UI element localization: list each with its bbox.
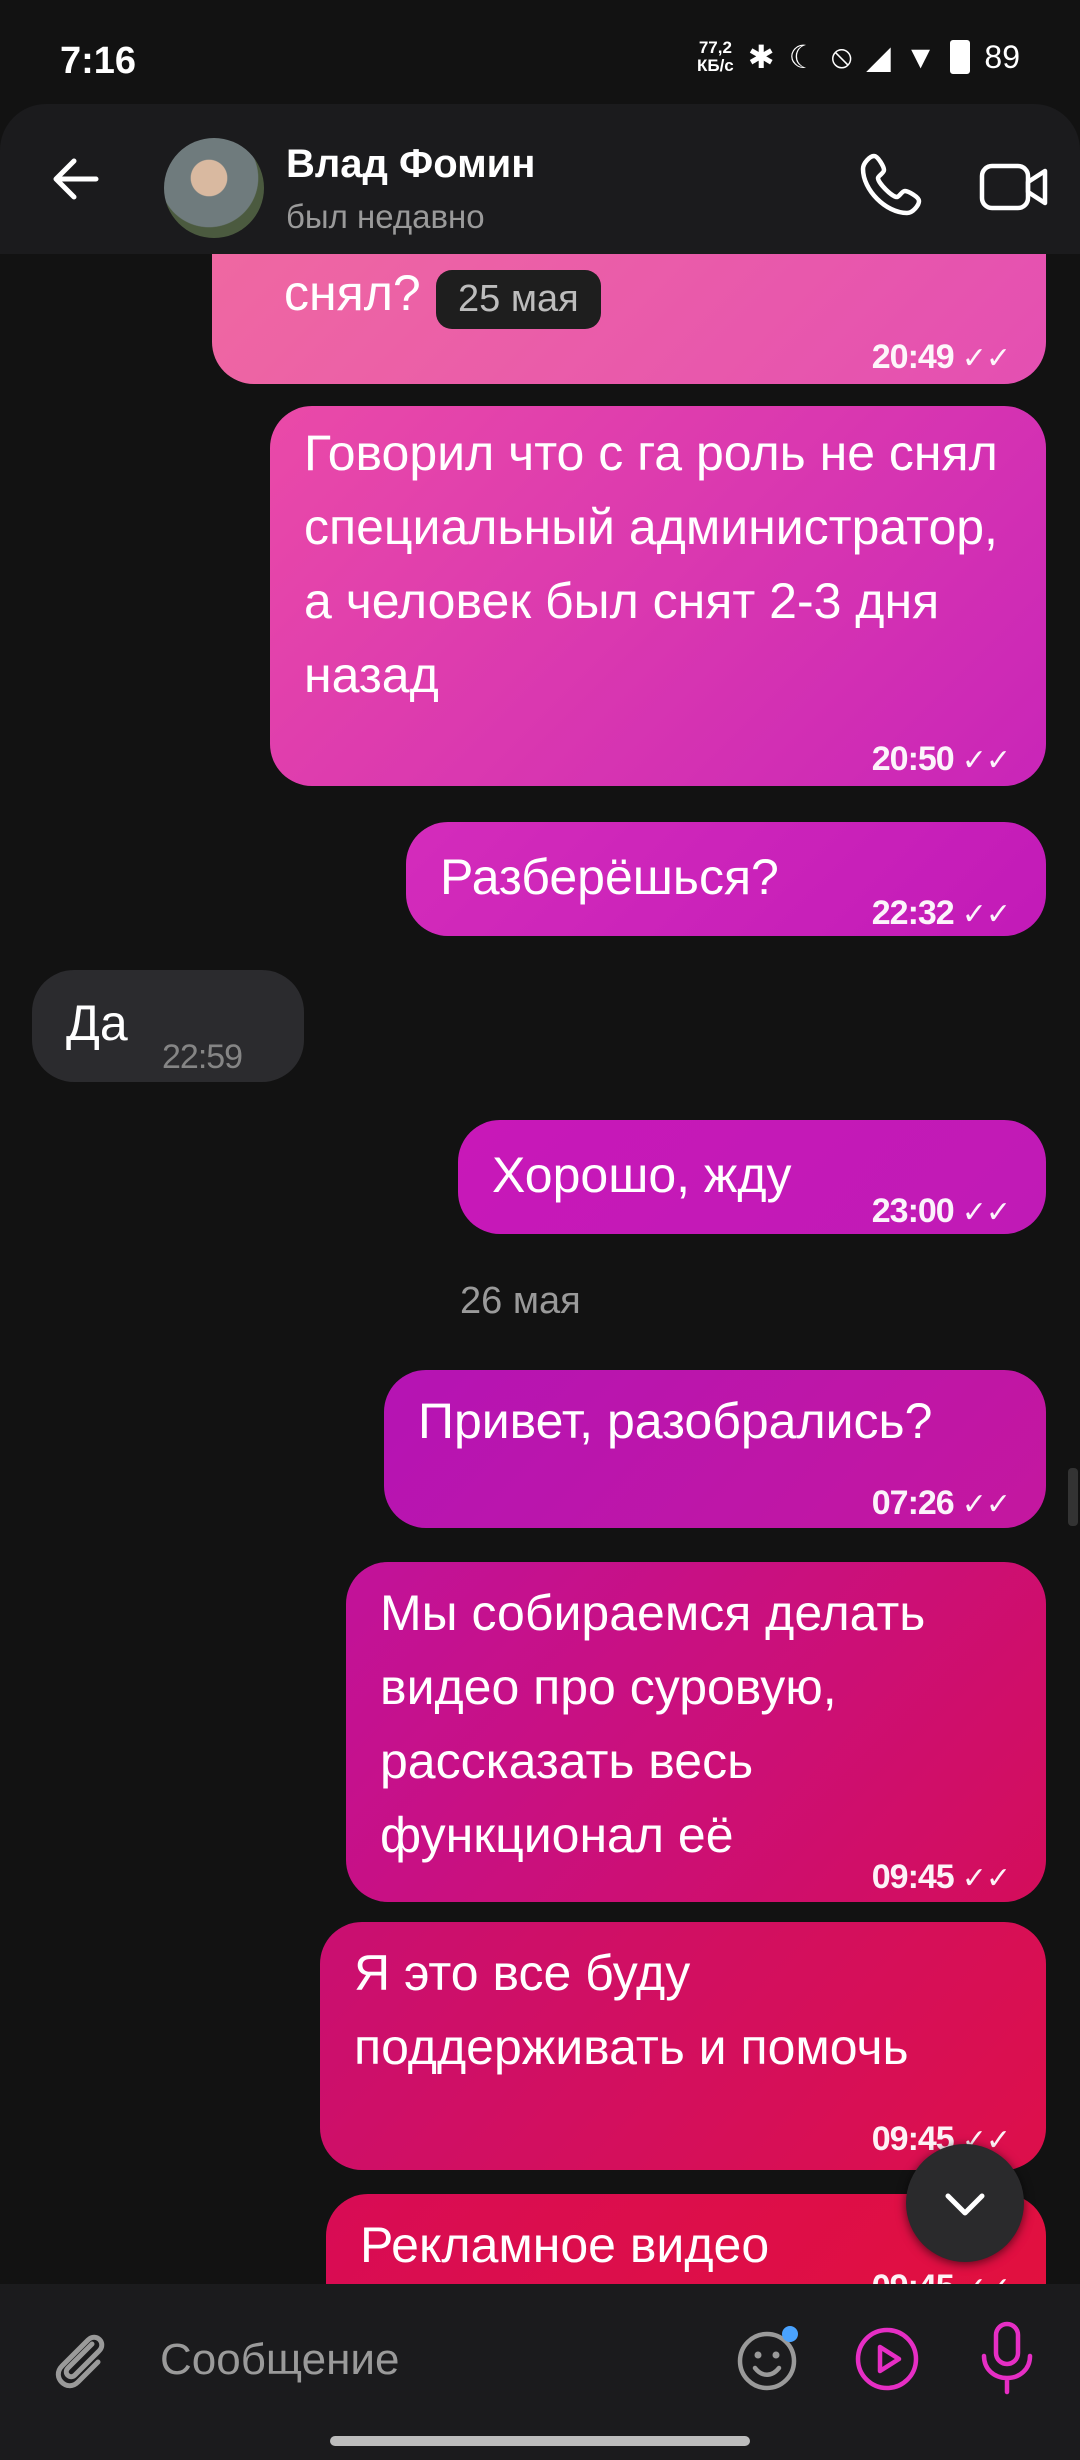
date-separator: 26 мая: [460, 1280, 581, 1322]
paperclip-icon[interactable]: [48, 2322, 112, 2394]
message-bubble-outgoing[interactable]: Привет, разобрались? 07:26 ✓✓: [384, 1370, 1046, 1528]
message-time: 20:49 ✓✓: [872, 320, 1011, 396]
video-message-icon[interactable]: [852, 2324, 922, 2394]
message-bubble-incoming[interactable]: Да 22:59: [32, 970, 304, 1082]
message-input[interactable]: [158, 2324, 682, 2396]
message-bubble-outgoing[interactable]: Говорил что с га роль не снял специальны…: [270, 406, 1046, 786]
status-time: 7:16: [60, 40, 137, 82]
message-list[interactable]: снял? 20:49 ✓✓ 25 мая Говорил что с га ро…: [0, 254, 1080, 2284]
message-bubble-outgoing[interactable]: Хорошо, жду 23:00 ✓✓: [458, 1120, 1046, 1234]
chat-header: Влад Фомин был недавно: [0, 104, 1080, 254]
message-time: 09:45✓✓: [872, 1840, 1011, 1916]
date-separator: 25 мая: [436, 270, 601, 329]
message-time: 22:32 ✓✓: [872, 876, 1011, 952]
read-ticks-icon: ✓✓: [961, 898, 1011, 931]
contact-status: был недавно: [286, 198, 485, 235]
do-not-disturb-icon: ☾: [788, 39, 818, 75]
signal-icon: ◢: [866, 39, 891, 75]
microphone-icon[interactable]: [972, 2320, 1042, 2396]
home-indicator[interactable]: [330, 2436, 750, 2446]
wifi-icon: ▼: [904, 38, 937, 75]
video-call-icon[interactable]: [978, 152, 1050, 222]
scroll-to-bottom-button[interactable]: [906, 2144, 1024, 2262]
battery-icon: [950, 40, 971, 74]
message-time: 07:26 ✓✓: [872, 1466, 1011, 1542]
read-ticks-icon: ✓✓: [961, 342, 1011, 375]
battery-level: 89: [984, 38, 1020, 75]
network-speed: 77,2 КБ/с: [696, 38, 734, 75]
message-bubble-outgoing[interactable]: снял? 20:49 ✓✓: [212, 254, 1046, 384]
scrollbar-thumb[interactable]: [1068, 1468, 1078, 1526]
message-text: Я это все буду поддерживать и помочь: [354, 1945, 909, 2075]
status-icons: 77,2 КБ/с ✱ ☾ ⦸ ◢ ▼ 89: [697, 38, 1020, 76]
emoji-icon[interactable]: [734, 2324, 804, 2394]
message-time: 20:50 ✓✓: [872, 722, 1011, 798]
message-bubble-outgoing[interactable]: Мы собираемся делать видео про суровую, …: [346, 1562, 1046, 1902]
message-text: снял?: [284, 265, 421, 321]
read-ticks-icon: ✓✓: [961, 744, 1011, 777]
message-composer: [0, 2284, 1080, 2460]
read-ticks-icon: ✓✓: [961, 1488, 1011, 1521]
vibrate-off-icon: ⦸: [831, 38, 853, 74]
message-bubble-outgoing[interactable]: Разберёшься? 22:32 ✓✓: [406, 822, 1046, 936]
read-ticks-icon: ✓✓: [961, 1862, 1011, 1895]
status-bar: 7:16 77,2 КБ/с ✱ ☾ ⦸ ◢ ▼ 89: [0, 0, 1080, 110]
back-arrow-icon[interactable]: [44, 146, 110, 212]
bluetooth-icon: ✱: [747, 39, 775, 75]
chevron-down-icon: [945, 2193, 985, 2216]
phone-icon[interactable]: [856, 150, 926, 220]
message-time: 23:00 ✓✓: [872, 1174, 1011, 1250]
read-ticks-icon: ✓✓: [961, 1196, 1011, 1229]
message-text: Привет, разобрались?: [418, 1393, 933, 1449]
message-text: Мы собираемся делать видео про суровую, …: [380, 1585, 926, 1863]
message-bubble-outgoing[interactable]: Я это все буду поддерживать и помочь 09:…: [320, 1922, 1046, 2170]
message-text: Говорил что с га роль не снял специальны…: [304, 425, 998, 703]
avatar[interactable]: [164, 138, 264, 238]
contact-name[interactable]: Влад Фомин: [286, 142, 535, 187]
message-time: 22:59: [162, 1038, 243, 1076]
